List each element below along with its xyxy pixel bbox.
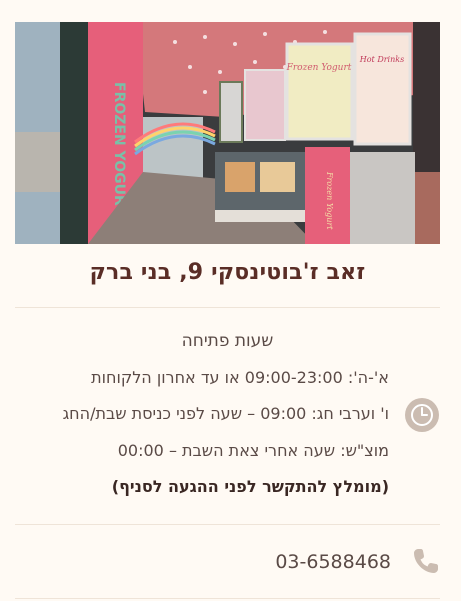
divider xyxy=(15,307,440,308)
hours-line-weekdays: א'-ה': 09:00-23:00 או עד אחרון הלקוחות xyxy=(91,368,389,387)
hours-note: (מומלץ להתקשר לפני ההגעה לסניף) xyxy=(111,477,389,496)
hours-heading: שעות פתיחה xyxy=(181,331,274,351)
divider xyxy=(15,598,440,599)
clock-icon xyxy=(405,398,439,432)
svg-text:Hot Drinks: Hot Drinks xyxy=(359,55,404,64)
svg-text:Frozen Yogurt: Frozen Yogurt xyxy=(325,171,334,230)
hours-line-friday: ו' וערבי חג: 09:00 – שעה לפני כניסת שבת/… xyxy=(62,404,389,423)
svg-text:FROZEN YOGURT: FROZEN YOGURT xyxy=(111,82,127,215)
phone-number-link[interactable]: 03-6588468 xyxy=(275,546,391,578)
svg-text:Frozen Yogurt: Frozen Yogurt xyxy=(286,63,352,73)
store-title: זאב ז'בוטינסקי 9, בני ברק xyxy=(89,260,366,285)
branch-card: FROZEN YOGURT Frozen Yogurt Hot Drinks F… xyxy=(0,0,461,601)
store-photo: FROZEN YOGURT Frozen Yogurt Hot Drinks F… xyxy=(15,22,440,244)
divider xyxy=(15,524,440,525)
hours-line-saturday-night: מוצ"ש: שעה אחרי צאת השבת – 00:00 xyxy=(117,441,389,460)
phone-icon[interactable] xyxy=(411,546,441,576)
